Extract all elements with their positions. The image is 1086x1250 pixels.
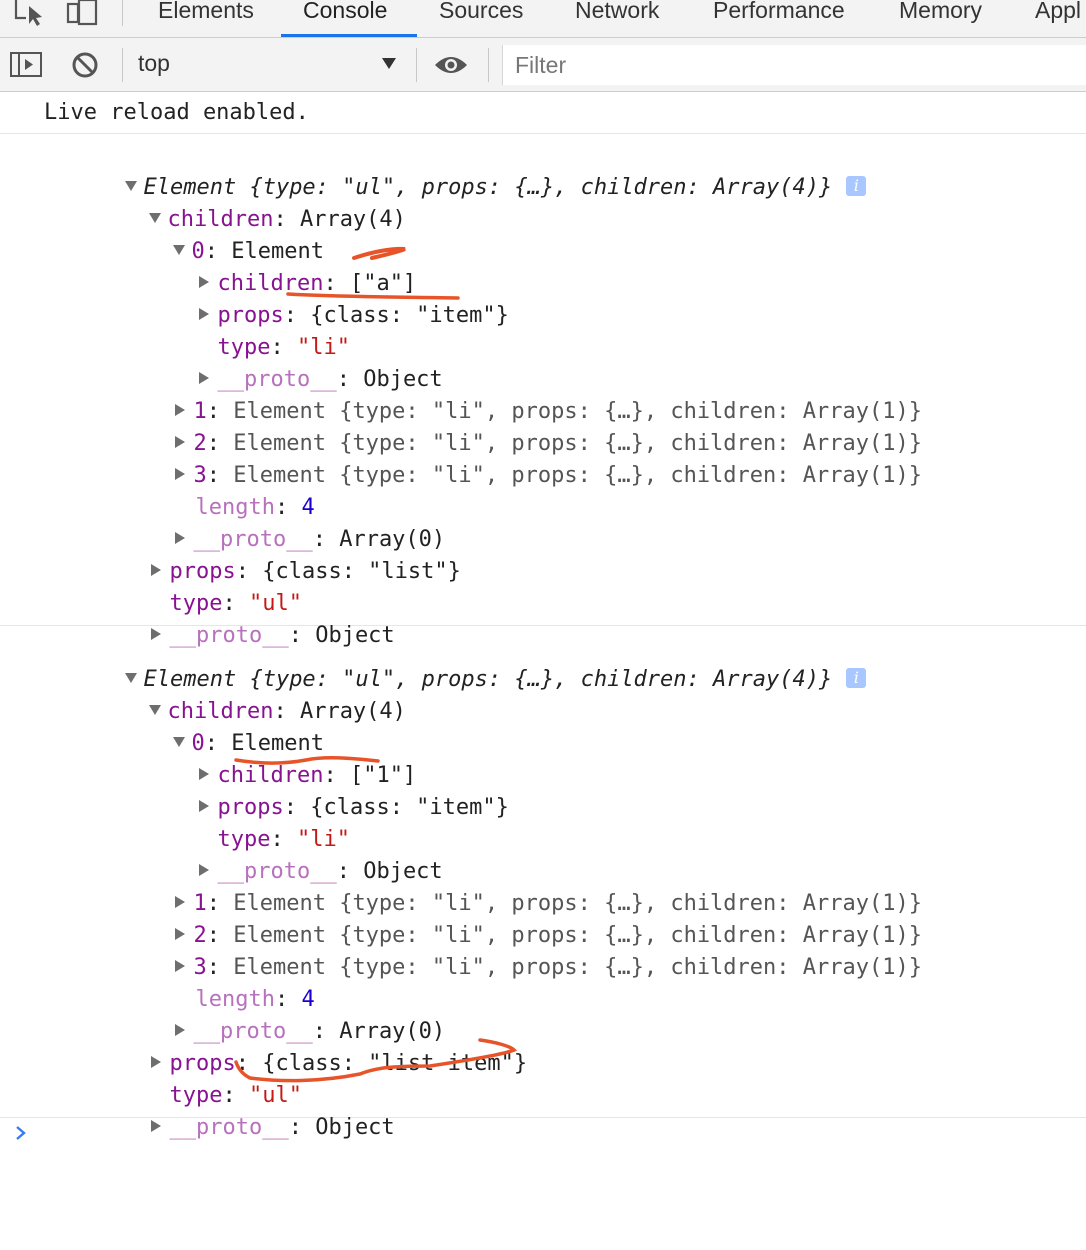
tree-row-array-proto[interactable]: __proto__: Array(0) (94, 984, 445, 1044)
tree-row-item-0[interactable]: 0: Element (94, 204, 324, 264)
tree-row-item-0-type: type: "li" (217, 827, 350, 852)
tab-performance[interactable]: Performance (713, 0, 845, 36)
tree-row-item-1[interactable]: 1: Element {type: "li", props: {…}, chil… (94, 856, 922, 916)
filter-box (502, 45, 1086, 85)
tree-row-children[interactable]: children: Array(4) (70, 172, 406, 232)
tree-row-item-0-props[interactable]: props: {class: "item"} (118, 268, 509, 328)
tree-row-length: length: 4 (195, 987, 315, 1012)
tree-row-item-2[interactable]: 2: Element {type: "li", props: {…}, chil… (94, 888, 922, 948)
tree-row-array-proto[interactable]: __proto__: Array(0) (94, 492, 445, 552)
toolbar-separator (416, 48, 417, 82)
console-output: Live reload enabled. Element {type: "ul"… (0, 92, 1086, 1250)
console-entry-element-1: Element {type: "ul", props: {…}, childre… (0, 134, 1086, 648)
tree-row-item-0-proto[interactable]: __proto__: Object (118, 824, 443, 884)
tree-row-proto[interactable]: __proto__: Object (70, 1080, 395, 1140)
inspect-element-icon[interactable] (12, 0, 46, 26)
toolbar-separator (122, 0, 123, 26)
tree-row-proto[interactable]: __proto__: Object (70, 588, 395, 648)
property-key: __proto__ (169, 1115, 289, 1140)
tree-row-props[interactable]: props: {class: "list"} (70, 524, 461, 584)
tab-memory[interactable]: Memory (899, 0, 982, 36)
tree-row-item-2[interactable]: 2: Element {type: "li", props: {…}, chil… (94, 396, 922, 456)
tree-row-props[interactable]: props: {class: "list-item"} (70, 1016, 527, 1076)
toolbar-separator (488, 48, 489, 82)
tab-application[interactable]: Appl (1035, 0, 1081, 36)
filter-input[interactable] (513, 45, 1077, 85)
tree-row-item-0-type: type: "li" (217, 335, 350, 360)
console-prompt-icon[interactable] (14, 1125, 28, 1141)
property-value: Element {type: "li", props: {…}, childre… (233, 463, 922, 488)
tree-row-item-3[interactable]: 3: Element {type: "li", props: {…}, chil… (94, 428, 922, 488)
devtools-tab-bar: Elements Console Sources Network Perform… (0, 0, 1086, 38)
collapse-triangle-icon (151, 1120, 162, 1132)
object-header[interactable]: Element {type: "ul", props: {…}, childre… (46, 632, 867, 692)
active-tab-indicator (281, 34, 417, 37)
console-entry-element-2: Element {type: "ul", props: {…}, childre… (0, 626, 1086, 1140)
toolbar-separator (122, 48, 123, 82)
property-value: Element {type: "li", props: {…}, childre… (233, 955, 922, 980)
tree-row-item-3[interactable]: 3: Element {type: "li", props: {…}, chil… (94, 920, 922, 980)
device-toolbar-icon[interactable] (66, 0, 100, 26)
tree-row-item-0-children[interactable]: children: ["a"] (118, 236, 416, 296)
property-value: {class: "list-item"} (262, 1051, 528, 1076)
tab-sources[interactable]: Sources (439, 0, 523, 36)
console-toolbar: top (0, 38, 1086, 92)
info-icon[interactable]: i (846, 668, 867, 688)
tree-row-children[interactable]: children: Array(4) (70, 664, 406, 724)
tree-row-length: length: 4 (195, 495, 315, 520)
sidebar-toggle-icon[interactable] (10, 52, 44, 78)
context-selector[interactable]: top (138, 50, 170, 77)
tree-row-item-0[interactable]: 0: Element (94, 696, 324, 756)
tree-row-item-0-props[interactable]: props: {class: "item"} (118, 760, 509, 820)
log-text: Live reload enabled. (44, 100, 309, 125)
dropdown-arrow-icon[interactable] (382, 58, 396, 69)
eye-icon[interactable] (434, 55, 468, 75)
tree-row-item-0-proto[interactable]: __proto__: Object (118, 332, 443, 392)
tree-row-item-1[interactable]: 1: Element {type: "li", props: {…}, chil… (94, 364, 922, 424)
object-header[interactable]: Element {type: "ul", props: {…}, childre… (46, 140, 867, 200)
tab-network[interactable]: Network (575, 0, 659, 36)
info-icon[interactable]: i (846, 176, 867, 196)
tree-row-type: type: "ul" (169, 591, 302, 616)
tab-console[interactable]: Console (303, 0, 387, 36)
tab-elements[interactable]: Elements (158, 0, 254, 36)
tree-row-type: type: "ul" (169, 1083, 302, 1108)
clear-console-icon[interactable] (71, 51, 99, 79)
console-log-message: Live reload enabled. (0, 92, 1086, 134)
tree-row-item-0-children[interactable]: children: ["1"] (118, 728, 416, 788)
property-value: Object (315, 1115, 395, 1140)
